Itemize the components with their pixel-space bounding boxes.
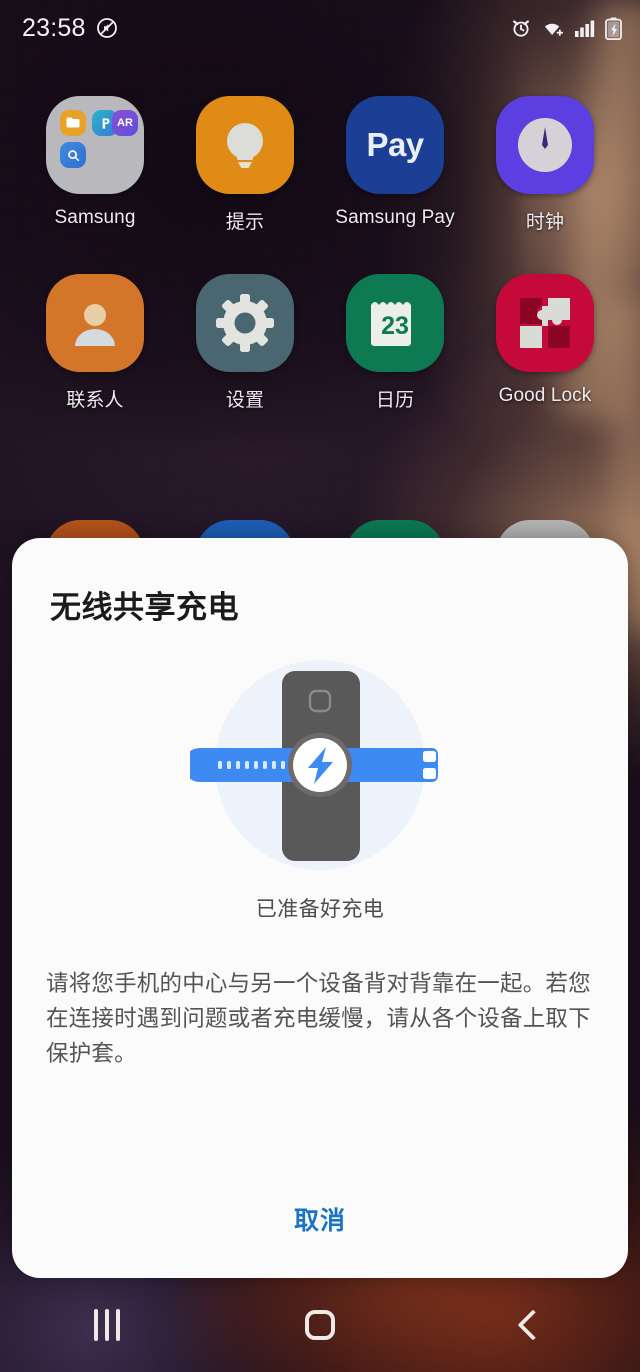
samsung-pay-label: Pay: [366, 126, 425, 163]
app-icon-calendar[interactable]: 23 日历: [320, 274, 470, 412]
status-bar-clock: 23:58: [22, 13, 86, 42]
wifi-icon: [541, 17, 565, 39]
dialog-actions: 取消: [12, 1160, 628, 1278]
status-bar-right: [510, 17, 622, 40]
navigation-bar: [0, 1278, 640, 1372]
home-button[interactable]: [260, 1278, 380, 1372]
signal-bars-icon: [574, 17, 596, 39]
app-icon-samsung-folder[interactable]: AR Samsung: [20, 96, 170, 234]
clock-icon[interactable]: [496, 96, 594, 194]
row-spacer: [0, 234, 640, 274]
strap-buckle-top: [423, 751, 436, 762]
app-icon-samsung-pay[interactable]: Pay Samsung Pay: [320, 96, 470, 234]
samsung-pay-icon[interactable]: Pay: [346, 96, 444, 194]
status-bar-left: 23:58: [22, 14, 119, 43]
wireless-powershare-dialog: 无线共享充电 已准备好充电 请将您手机的中心与另一个设备背对背靠在一起。若您在连…: [12, 538, 628, 1278]
wireless-powershare-illustration: [190, 660, 438, 870]
app-icon-tips[interactable]: 提示: [170, 96, 320, 234]
dialog-body-text: 请将您手机的中心与另一个设备背对背靠在一起。若您在连接时遇到问题或者充电缓慢，请…: [46, 971, 591, 1066]
strap-buckle-bottom: [423, 768, 436, 779]
illustration-container: [12, 653, 628, 883]
my-files-icon: [60, 110, 86, 136]
charging-status-text: 已准备好充电: [255, 898, 385, 921]
alarm-icon: [510, 17, 532, 39]
app-label: Samsung Pay: [335, 207, 455, 228]
dialog-title: 无线共享充电: [50, 590, 239, 625]
app-label: 联系人: [66, 390, 124, 411]
contacts-icon[interactable]: [46, 274, 144, 372]
back-button[interactable]: [473, 1278, 593, 1372]
app-icon-settings[interactable]: 设置: [170, 274, 320, 412]
app-label: Good Lock: [498, 385, 592, 406]
app-icon-clock[interactable]: 时钟: [470, 96, 620, 234]
status-bar: 23:58: [0, 0, 640, 56]
good-lock-puzzle-icon[interactable]: [496, 274, 594, 372]
app-row: AR Samsung 提示 Pay Samsung Pay 时钟: [0, 96, 640, 234]
app-icon-good-lock[interactable]: Good Lock: [470, 274, 620, 412]
samsung-folder-icon[interactable]: AR: [46, 96, 144, 194]
settings-gear-icon[interactable]: [196, 274, 294, 372]
recents-icon: [93, 1309, 120, 1341]
app-label: 设置: [225, 390, 265, 411]
app-label: 提示: [225, 212, 265, 233]
battery-charging-icon: [605, 17, 622, 40]
app-label: 时钟: [525, 212, 565, 233]
back-chevron-icon: [517, 1309, 549, 1341]
galaxy-store-search-icon: [60, 142, 86, 168]
mute-icon: [95, 16, 119, 40]
home-icon: [304, 1310, 335, 1340]
app-icon-contacts[interactable]: 联系人: [20, 274, 170, 412]
ar-label: AR: [117, 117, 133, 129]
app-label: 日历: [375, 390, 415, 411]
home-screen-grid: AR Samsung 提示 Pay Samsung Pay 时钟 联系人 设置 …: [0, 96, 640, 412]
ar-zone-icon: AR: [112, 110, 138, 136]
recents-button[interactable]: [47, 1278, 167, 1372]
calendar-date-text: 23: [381, 312, 409, 340]
tips-bulb-icon[interactable]: [196, 96, 294, 194]
app-label: Samsung: [54, 207, 136, 228]
app-row: 联系人 设置 23 日历 Good Lock: [0, 274, 640, 412]
cancel-button[interactable]: 取消: [260, 1191, 380, 1247]
calendar-icon[interactable]: 23: [346, 274, 444, 372]
